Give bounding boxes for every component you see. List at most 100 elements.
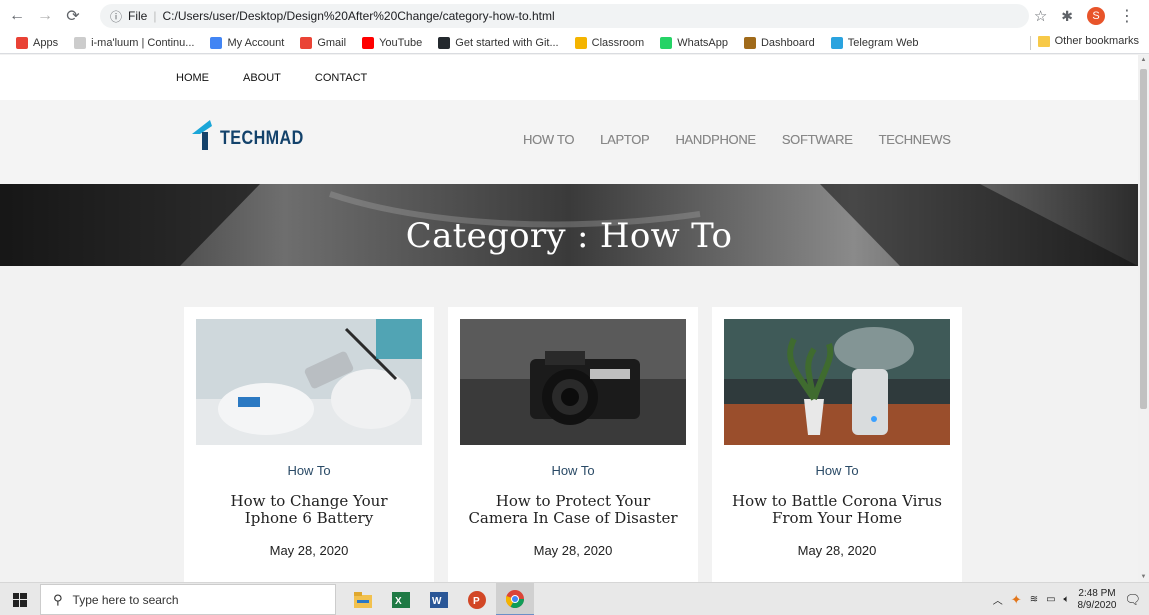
taskbar-search-input[interactable]: ⚲ Type here to search [40,584,336,615]
extensions-icon[interactable]: ✱ [1061,8,1073,25]
folder-icon [1037,35,1050,47]
card-date: May 28, 2020 [533,543,613,558]
address-text: C:/Users/user/Desktop/Design%20After%20C… [162,9,555,23]
chrome-app[interactable] [496,583,534,615]
article-image[interactable] [460,319,686,445]
browser-toolbar: ← → ⟳ ⓘ File | C:/Users/user/Desktop/Des… [0,0,1149,32]
nav-home[interactable]: HOME [176,72,209,84]
article-card[interactable]: How To How to Protect Your Camera In Cas… [448,307,698,582]
bookmark-favicon-icon [660,36,673,49]
word-icon: W [430,591,448,608]
article-card[interactable]: How To How to Change Your Iphone 6 Batte… [184,307,434,582]
main-nav: HOW TO LAPTOP HANDPHONE SOFTWARE TECHNEW… [523,132,951,147]
bookmark-favicon-icon [74,36,87,49]
card-title[interactable]: How to Protect Your Camera In Case of Di… [448,493,698,527]
bookmark-item[interactable]: Get started with Git... [438,36,559,49]
bookmark-item[interactable]: Dashboard [743,36,815,49]
network-icon[interactable]: ≋ [1030,594,1038,605]
word-app[interactable]: W [420,583,458,615]
page-viewport: HOME ABOUT CONTACT TECHMAD HOW TO LAPTOP… [0,55,1138,582]
powerpoint-app[interactable]: P [458,583,496,615]
nav-technews[interactable]: TECHNEWS [879,132,951,147]
profile-avatar[interactable]: S [1087,7,1105,25]
bookmark-item[interactable]: Telegram Web [830,36,919,49]
svg-text:P: P [473,596,480,607]
card-category-link[interactable]: How To [184,463,434,478]
humidifier-image [724,319,950,445]
card-title[interactable]: How to Battle Corona Virus From Your Hom… [712,493,962,527]
start-button[interactable] [0,583,40,615]
nav-software[interactable]: SOFTWARE [782,132,853,147]
bookmark-star-icon[interactable]: ☆ [1034,7,1047,25]
forward-arrow-icon[interactable]: → [34,5,56,27]
excel-icon: X [392,591,410,608]
card-date: May 28, 2020 [269,543,349,558]
card-date: May 28, 2020 [797,543,877,558]
logo-mark-icon [192,120,212,150]
battery-icon[interactable]: ▭ [1046,594,1055,605]
bookmark-item[interactable]: Classroom [574,36,644,49]
file-explorer-app[interactable] [344,583,382,615]
other-bookmarks[interactable]: Other bookmarks [1037,35,1139,47]
svg-text:W: W [432,596,442,607]
bookmark-favicon-icon [300,36,313,49]
powerpoint-icon: P [468,590,486,609]
scroll-thumb[interactable] [1140,69,1147,409]
bookmark-item[interactable]: YouTube [362,36,422,49]
page-title: Category : How To [405,216,733,256]
scroll-down-arrow-icon[interactable]: ▼ [1140,574,1147,580]
site-logo[interactable]: TECHMAD [190,118,319,150]
reload-icon[interactable]: ⟳ [62,5,84,27]
windows-taskbar: ⚲ Type here to search X W P ︿ ✦ ≋ ▭ 🔈︎ 2… [0,582,1149,615]
logo-text: TECHMAD [220,128,304,149]
card-title[interactable]: How to Change Your Iphone 6 Battery [184,493,434,527]
notifications-icon[interactable]: 🗨︎ [1124,592,1141,608]
site-header: TECHMAD HOW TO LAPTOP HANDPHONE SOFTWARE… [0,100,1138,184]
nav-how-to[interactable]: HOW TO [523,132,574,147]
svg-text:X: X [395,596,402,607]
bookmark-item[interactable]: My Account [210,36,284,49]
info-icon[interactable]: ⓘ [110,8,122,25]
nav-laptop[interactable]: LAPTOP [600,132,650,147]
category-hero: Category : How To [0,184,1138,266]
system-tray: ︿ ✦ ≋ ▭ 🔈︎ 2:48 PM 8/9/2020 🗨︎ [993,583,1149,615]
metamask-icon[interactable]: ✦ [1011,592,1022,608]
nav-contact[interactable]: CONTACT [315,72,367,84]
bookmark-item[interactable]: Apps [16,36,58,49]
card-category-link[interactable]: How To [712,463,962,478]
chrome-icon [506,589,524,608]
volume-icon[interactable]: 🔈︎ [1064,594,1070,605]
article-image[interactable] [724,319,950,445]
menu-dots-icon[interactable]: ⋮ [1119,6,1135,26]
search-icon: ⚲ [53,591,63,607]
scheme-label: File [128,9,148,23]
camera-image [460,319,686,445]
bookmark-favicon-icon [362,36,375,49]
scroll-up-arrow-icon[interactable]: ▲ [1140,57,1147,63]
top-nav: HOME ABOUT CONTACT [0,55,1138,100]
article-card[interactable]: How To How to Battle Corona Virus From Y… [712,307,962,582]
nav-handphone[interactable]: HANDPHONE [675,132,756,147]
bookmarks-bar: Apps i-ma'luum | Continu... My Account Gmai… [0,32,1149,54]
bookmark-item[interactable]: i-ma'luum | Continu... [74,36,194,49]
address-bar[interactable]: ⓘ File | C:/Users/user/Desktop/Design%20… [100,4,1029,28]
nav-about[interactable]: ABOUT [243,72,281,84]
clock[interactable]: 2:48 PM 8/9/2020 [1078,588,1117,612]
chevron-up-icon[interactable]: ︿ [993,592,1003,607]
bookmark-favicon-icon [438,36,451,49]
back-arrow-icon[interactable]: ← [6,5,28,27]
file-explorer-icon [354,591,372,608]
bookmark-favicon-icon [743,36,756,49]
bookmark-item[interactable]: WhatsApp [660,36,728,49]
article-grid: How To How to Change Your Iphone 6 Batte… [184,307,962,582]
bookmark-item[interactable]: Gmail [300,36,346,49]
bookmark-favicon-icon [210,36,223,49]
apps-grid-icon [16,36,28,49]
phone-repair-image [196,319,422,445]
card-category-link[interactable]: How To [448,463,698,478]
excel-app[interactable]: X [382,583,420,615]
article-image[interactable] [196,319,422,445]
windows-logo-icon [13,592,27,607]
page-scrollbar[interactable]: ▲ ▼ [1138,55,1149,582]
bookmark-favicon-icon [830,36,843,49]
